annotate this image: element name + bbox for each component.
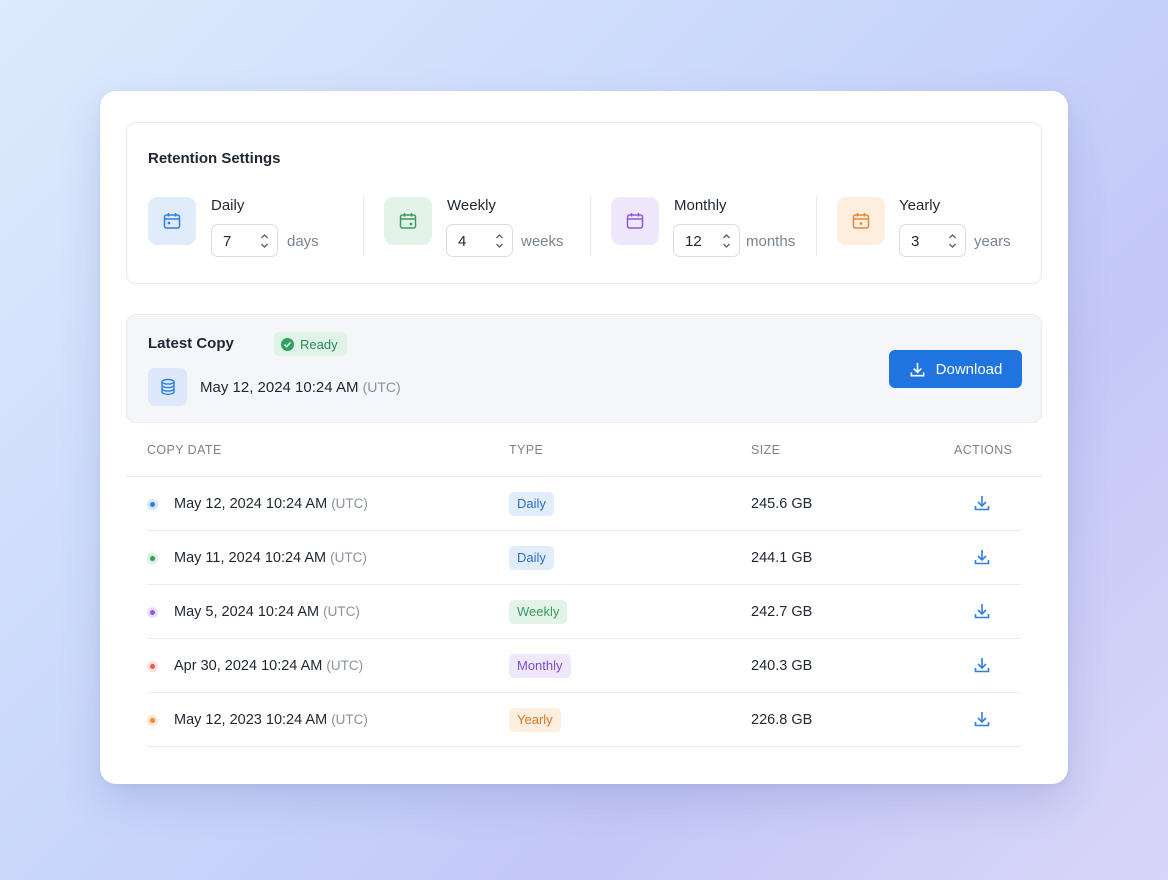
retention-yearly-label: Yearly bbox=[899, 197, 941, 214]
download-icon[interactable] bbox=[973, 656, 991, 674]
copy-timezone: (UTC) bbox=[323, 604, 360, 619]
copy-timezone: (UTC) bbox=[330, 550, 367, 565]
copy-timezone: (UTC) bbox=[326, 658, 364, 673]
monthly-retention-stepper[interactable]: 12 bbox=[673, 224, 740, 257]
retention-title: Retention Settings bbox=[148, 150, 281, 167]
divider bbox=[816, 196, 817, 256]
monthly-unit: months bbox=[746, 233, 796, 250]
divider bbox=[363, 196, 364, 256]
weekly-retention-stepper[interactable]: 4 bbox=[446, 224, 513, 257]
database-icon bbox=[148, 368, 187, 406]
table-row[interactable]: Apr 30, 2024 10:24 AM (UTC) Monthly 240.… bbox=[147, 639, 1021, 693]
type-badge: Yearly bbox=[509, 708, 561, 732]
copy-date: May 12, 2024 10:24 AM (UTC) bbox=[174, 496, 368, 512]
retention-settings-panel: Retention Settings Daily 7 days Weekly 4… bbox=[126, 122, 1042, 284]
copy-size: 240.3 GB bbox=[751, 658, 813, 674]
copy-timezone: (UTC) bbox=[331, 712, 368, 727]
copy-datetime: May 12, 2024 10:24 AM bbox=[174, 496, 328, 512]
calendar-icon bbox=[611, 197, 659, 245]
status-dot bbox=[147, 661, 158, 672]
backup-card: Retention Settings Daily 7 days Weekly 4… bbox=[100, 91, 1068, 784]
stepper-arrows-icon[interactable] bbox=[260, 232, 269, 250]
stepper-arrows-icon[interactable] bbox=[495, 232, 504, 250]
copy-datetime: May 12, 2023 10:24 AM bbox=[174, 712, 328, 728]
table-row[interactable]: May 12, 2024 10:24 AM (UTC) Daily 245.6 … bbox=[147, 477, 1021, 531]
download-icon[interactable] bbox=[973, 548, 991, 566]
status-dot bbox=[147, 499, 158, 510]
copy-size: 245.6 GB bbox=[751, 496, 813, 512]
copy-size: 242.7 GB bbox=[751, 604, 813, 620]
column-header-date[interactable]: COPY DATE bbox=[147, 443, 222, 457]
copy-date: May 12, 2023 10:24 AM (UTC) bbox=[174, 712, 368, 728]
column-header-actions: ACTIONS bbox=[954, 443, 1013, 457]
copy-datetime: Apr 30, 2024 10:24 AM bbox=[174, 658, 323, 674]
daily-retention-stepper[interactable]: 7 bbox=[211, 224, 278, 257]
monthly-retention-value[interactable]: 12 bbox=[685, 233, 702, 250]
column-header-type[interactable]: TYPE bbox=[509, 443, 543, 457]
download-icon[interactable] bbox=[973, 602, 991, 620]
table-row[interactable]: May 11, 2024 10:24 AM (UTC) Daily 244.1 … bbox=[147, 531, 1021, 585]
download-button[interactable]: Download bbox=[889, 350, 1022, 388]
copy-datetime: May 11, 2024 10:24 AM bbox=[174, 550, 327, 566]
retention-weekly-label: Weekly bbox=[447, 197, 496, 214]
copy-date: Apr 30, 2024 10:24 AM (UTC) bbox=[174, 658, 363, 674]
retention-yearly: Yearly 3 years bbox=[837, 197, 1027, 257]
stepper-arrows-icon[interactable] bbox=[722, 232, 731, 250]
copy-size: 226.8 GB bbox=[751, 712, 813, 728]
type-badge: Daily bbox=[509, 546, 554, 570]
retention-monthly-label: Monthly bbox=[674, 197, 727, 214]
stepper-arrows-icon[interactable] bbox=[948, 232, 957, 250]
download-button-label: Download bbox=[935, 360, 1003, 378]
status-dot bbox=[147, 607, 158, 618]
type-badge: Weekly bbox=[509, 600, 568, 624]
divider bbox=[590, 196, 591, 256]
copy-date: May 11, 2024 10:24 AM (UTC) bbox=[174, 550, 367, 566]
retention-daily-label: Daily bbox=[211, 197, 245, 214]
download-icon[interactable] bbox=[973, 710, 991, 728]
status-dot bbox=[147, 715, 158, 726]
calendar-icon bbox=[384, 197, 432, 245]
weekly-unit: weeks bbox=[521, 233, 564, 250]
status-dot bbox=[147, 553, 158, 564]
latest-copy-panel: Latest Copy Ready May 12, 2024 10:24 AM … bbox=[126, 314, 1042, 423]
table-row[interactable]: May 5, 2024 10:24 AM (UTC) Weekly 242.7 … bbox=[147, 585, 1021, 639]
status-badge: Ready bbox=[274, 332, 347, 356]
column-header-size[interactable]: SIZE bbox=[751, 443, 780, 457]
copy-timezone: (UTC) bbox=[331, 496, 368, 511]
table-row[interactable]: May 12, 2023 10:24 AM (UTC) Yearly 226.8… bbox=[147, 693, 1021, 747]
calendar-icon bbox=[148, 197, 196, 245]
type-badge: Monthly bbox=[509, 654, 571, 678]
status-text: Ready bbox=[300, 336, 338, 352]
retention-monthly: Monthly 12 months bbox=[611, 197, 801, 257]
copy-datetime: May 5, 2024 10:24 AM bbox=[174, 604, 320, 620]
latest-copy-date: May 12, 2024 10:24 AM (UTC) bbox=[200, 379, 401, 396]
copy-date: May 5, 2024 10:24 AM (UTC) bbox=[174, 604, 360, 620]
weekly-retention-value[interactable]: 4 bbox=[458, 233, 466, 250]
retention-daily: Daily 7 days bbox=[148, 197, 338, 257]
download-icon[interactable] bbox=[973, 494, 991, 512]
latest-copy-datetime: May 12, 2024 10:24 AM bbox=[200, 379, 359, 396]
calendar-icon bbox=[837, 197, 885, 245]
daily-retention-value[interactable]: 7 bbox=[223, 233, 231, 250]
table-header: COPY DATE TYPE SIZE ACTIONS bbox=[126, 423, 1042, 477]
retention-weekly: Weekly 4 weeks bbox=[384, 197, 574, 257]
copy-size: 244.1 GB bbox=[751, 550, 813, 566]
download-icon bbox=[910, 362, 925, 376]
yearly-retention-value[interactable]: 3 bbox=[911, 233, 919, 250]
daily-unit: days bbox=[287, 233, 319, 250]
check-circle-icon bbox=[281, 337, 294, 351]
latest-copy-title: Latest Copy bbox=[148, 335, 234, 352]
yearly-unit: years bbox=[974, 233, 1011, 250]
type-badge: Daily bbox=[509, 492, 554, 516]
latest-copy-timezone: (UTC) bbox=[362, 379, 401, 395]
yearly-retention-stepper[interactable]: 3 bbox=[899, 224, 966, 257]
